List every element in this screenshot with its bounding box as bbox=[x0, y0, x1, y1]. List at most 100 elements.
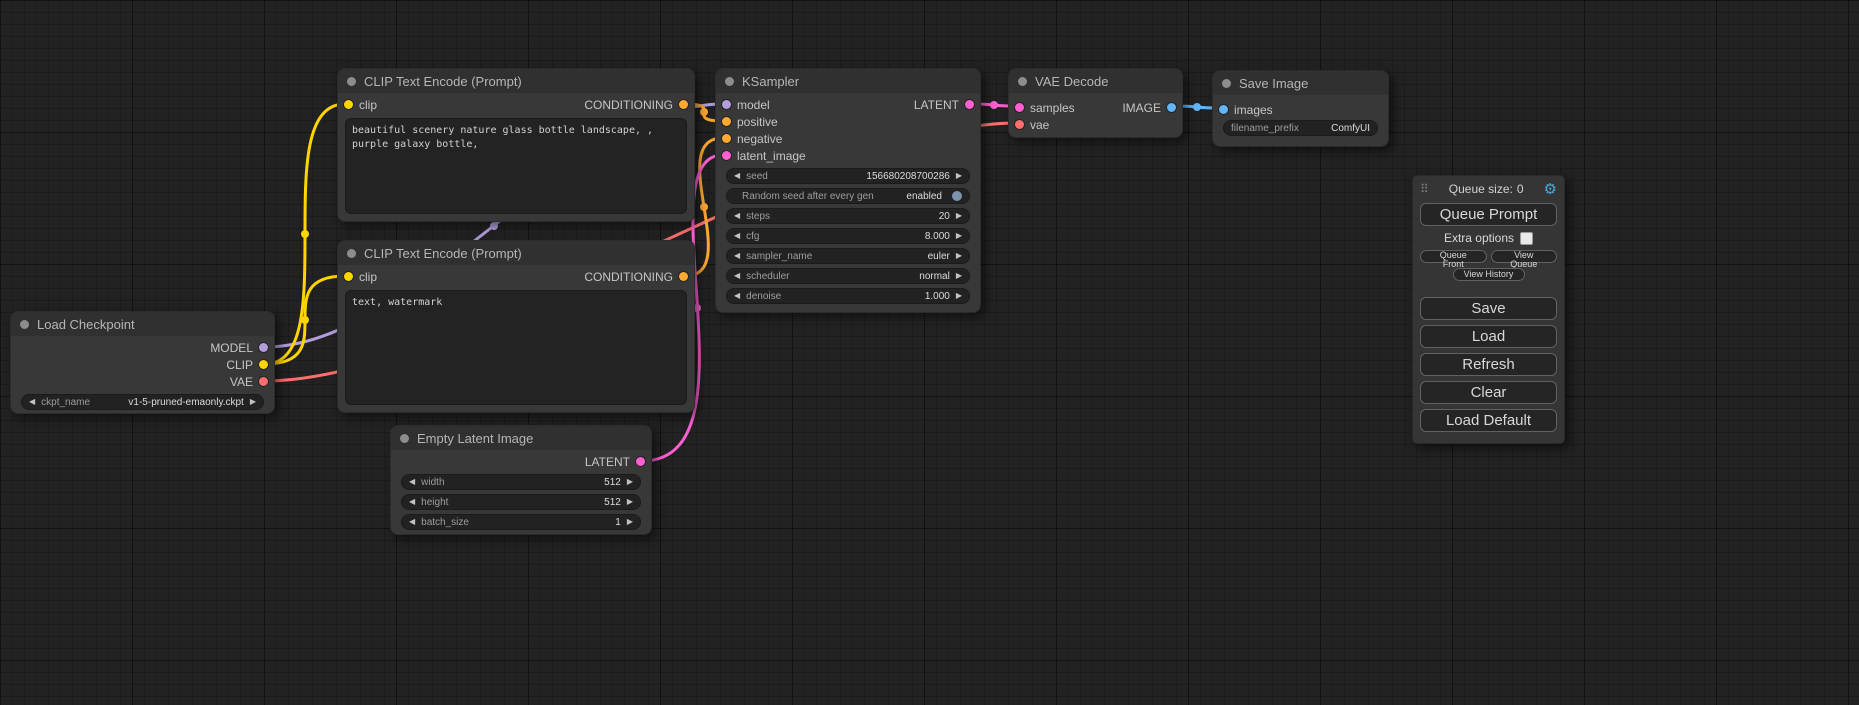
widget-seed[interactable]: ◀ seed 156680208700286 ▶ bbox=[726, 168, 970, 184]
slot-dot-image[interactable] bbox=[1219, 105, 1228, 114]
collapse-toggle-icon[interactable] bbox=[400, 434, 409, 443]
increment-arrow-icon[interactable]: ▶ bbox=[956, 212, 962, 220]
input-slot-images[interactable]: images bbox=[1219, 103, 1273, 117]
increment-arrow-icon[interactable]: ▶ bbox=[956, 292, 962, 300]
output-slot-conditioning[interactable]: CONDITIONING bbox=[584, 270, 688, 284]
input-slot-latent-image[interactable]: latent_image bbox=[722, 149, 806, 163]
collapse-toggle-icon[interactable] bbox=[347, 77, 356, 86]
increment-arrow-icon[interactable]: ▶ bbox=[956, 172, 962, 180]
load-button[interactable]: Load bbox=[1420, 325, 1557, 348]
collapse-toggle-icon[interactable] bbox=[20, 320, 29, 329]
node-vae-decode[interactable]: VAE Decode samples IMAGE vae bbox=[1008, 68, 1183, 138]
decrement-arrow-icon[interactable]: ◀ bbox=[409, 518, 415, 526]
collapse-toggle-icon[interactable] bbox=[347, 249, 356, 258]
queue-panel[interactable]: ⠿ Queue size: 0 ⚙ Queue Prompt Extra opt… bbox=[1412, 175, 1565, 444]
widget-filename-prefix[interactable]: filename_prefix ComfyUI bbox=[1223, 120, 1378, 136]
input-slot-negative[interactable]: negative bbox=[722, 132, 782, 146]
increment-arrow-icon[interactable]: ▶ bbox=[956, 232, 962, 240]
node-titlebar[interactable]: CLIP Text Encode (Prompt) bbox=[338, 69, 694, 93]
input-slot-samples[interactable]: samples bbox=[1015, 101, 1075, 115]
queue-front-button[interactable]: Queue Front bbox=[1420, 250, 1487, 263]
decrement-arrow-icon[interactable]: ◀ bbox=[734, 272, 740, 280]
slot-dot-clip[interactable] bbox=[344, 100, 353, 109]
slot-dot-conditioning[interactable] bbox=[722, 117, 731, 126]
node-titlebar[interactable]: VAE Decode bbox=[1009, 69, 1182, 93]
slot-dot-image[interactable] bbox=[1167, 103, 1176, 112]
view-history-button[interactable]: View History bbox=[1453, 268, 1525, 281]
clear-button[interactable]: Clear bbox=[1420, 381, 1557, 404]
settings-gear-icon[interactable]: ⚙ bbox=[1544, 182, 1557, 197]
node-clip-text-encode-positive[interactable]: CLIP Text Encode (Prompt) clip CONDITION… bbox=[337, 68, 695, 222]
increment-arrow-icon[interactable]: ▶ bbox=[250, 398, 256, 406]
decrement-arrow-icon[interactable]: ◀ bbox=[29, 398, 35, 406]
node-titlebar[interactable]: KSampler bbox=[716, 69, 980, 93]
output-slot-latent[interactable]: LATENT bbox=[585, 455, 645, 469]
input-slot-clip[interactable]: clip bbox=[344, 270, 377, 284]
output-slot-clip[interactable]: CLIP bbox=[226, 358, 268, 372]
output-slot-vae[interactable]: VAE bbox=[230, 375, 268, 389]
widget-width[interactable]: ◀ width 512 ▶ bbox=[401, 474, 641, 490]
slot-dot-model[interactable] bbox=[722, 100, 731, 109]
node-ksampler[interactable]: KSampler model LATENT positive bbox=[715, 68, 981, 313]
widget-batch-size[interactable]: ◀ batch_size 1 ▶ bbox=[401, 514, 641, 530]
prompt-textarea[interactable]: text, watermark bbox=[345, 290, 687, 405]
node-load-checkpoint[interactable]: Load Checkpoint MODEL CLIP VAE bbox=[10, 311, 275, 414]
extra-options-checkbox[interactable] bbox=[1520, 232, 1533, 245]
node-graph-canvas[interactable]: Load Checkpoint MODEL CLIP VAE bbox=[0, 0, 1859, 705]
widget-height[interactable]: ◀ height 512 ▶ bbox=[401, 494, 641, 510]
node-titlebar[interactable]: Empty Latent Image bbox=[391, 426, 651, 450]
output-slot-conditioning[interactable]: CONDITIONING bbox=[584, 98, 688, 112]
queue-prompt-button[interactable]: Queue Prompt bbox=[1420, 203, 1557, 226]
slot-dot-clip[interactable] bbox=[344, 272, 353, 281]
slot-dot-conditioning[interactable] bbox=[722, 134, 731, 143]
widget-sampler-name[interactable]: ◀ sampler_name euler ▶ bbox=[726, 248, 970, 264]
node-titlebar[interactable]: CLIP Text Encode (Prompt) bbox=[338, 241, 694, 265]
widget-cfg[interactable]: ◀ cfg 8.000 ▶ bbox=[726, 228, 970, 244]
slot-dot-latent[interactable] bbox=[722, 151, 731, 160]
widget-scheduler[interactable]: ◀ scheduler normal ▶ bbox=[726, 268, 970, 284]
load-default-button[interactable]: Load Default bbox=[1420, 409, 1557, 432]
drag-handle-icon[interactable]: ⠿ bbox=[1420, 183, 1429, 195]
slot-dot-conditioning[interactable] bbox=[679, 272, 688, 281]
node-titlebar[interactable]: Save Image bbox=[1213, 71, 1388, 95]
widget-random-seed-toggle[interactable]: Random seed after every gen enabled bbox=[726, 188, 970, 204]
node-empty-latent-image[interactable]: Empty Latent Image LATENT ◀ width 512 ▶ … bbox=[390, 425, 652, 535]
input-slot-vae[interactable]: vae bbox=[1015, 118, 1049, 132]
slot-dot-vae[interactable] bbox=[259, 377, 268, 386]
output-slot-model[interactable]: MODEL bbox=[210, 341, 268, 355]
output-slot-image[interactable]: IMAGE bbox=[1122, 101, 1176, 115]
input-slot-model[interactable]: model bbox=[722, 98, 770, 112]
toggle-knob-icon[interactable] bbox=[952, 191, 962, 201]
slot-dot-conditioning[interactable] bbox=[679, 100, 688, 109]
node-clip-text-encode-negative[interactable]: CLIP Text Encode (Prompt) clip CONDITION… bbox=[337, 240, 695, 413]
save-button[interactable]: Save bbox=[1420, 297, 1557, 320]
view-queue-button[interactable]: View Queue bbox=[1491, 250, 1558, 263]
decrement-arrow-icon[interactable]: ◀ bbox=[734, 212, 740, 220]
decrement-arrow-icon[interactable]: ◀ bbox=[734, 252, 740, 260]
slot-dot-model[interactable] bbox=[259, 343, 268, 352]
decrement-arrow-icon[interactable]: ◀ bbox=[734, 292, 740, 300]
increment-arrow-icon[interactable]: ▶ bbox=[627, 498, 633, 506]
widget-ckpt-name[interactable]: ◀ ckpt_name v1-5-pruned-emaonly.ckpt ▶ bbox=[21, 394, 264, 410]
slot-dot-clip[interactable] bbox=[259, 360, 268, 369]
slot-dot-latent[interactable] bbox=[636, 457, 645, 466]
output-slot-latent[interactable]: LATENT bbox=[914, 98, 974, 112]
slot-dot-latent[interactable] bbox=[965, 100, 974, 109]
collapse-toggle-icon[interactable] bbox=[725, 77, 734, 86]
increment-arrow-icon[interactable]: ▶ bbox=[956, 272, 962, 280]
node-save-image[interactable]: Save Image images filename_prefix ComfyU… bbox=[1212, 70, 1389, 147]
collapse-toggle-icon[interactable] bbox=[1222, 79, 1231, 88]
input-slot-positive[interactable]: positive bbox=[722, 115, 778, 129]
increment-arrow-icon[interactable]: ▶ bbox=[627, 478, 633, 486]
decrement-arrow-icon[interactable]: ◀ bbox=[734, 232, 740, 240]
widget-steps[interactable]: ◀ steps 20 ▶ bbox=[726, 208, 970, 224]
decrement-arrow-icon[interactable]: ◀ bbox=[734, 172, 740, 180]
input-slot-clip[interactable]: clip bbox=[344, 98, 377, 112]
decrement-arrow-icon[interactable]: ◀ bbox=[409, 498, 415, 506]
widget-denoise[interactable]: ◀ denoise 1.000 ▶ bbox=[726, 288, 970, 304]
node-titlebar[interactable]: Load Checkpoint bbox=[11, 312, 274, 336]
refresh-button[interactable]: Refresh bbox=[1420, 353, 1557, 376]
increment-arrow-icon[interactable]: ▶ bbox=[627, 518, 633, 526]
slot-dot-vae[interactable] bbox=[1015, 120, 1024, 129]
collapse-toggle-icon[interactable] bbox=[1018, 77, 1027, 86]
